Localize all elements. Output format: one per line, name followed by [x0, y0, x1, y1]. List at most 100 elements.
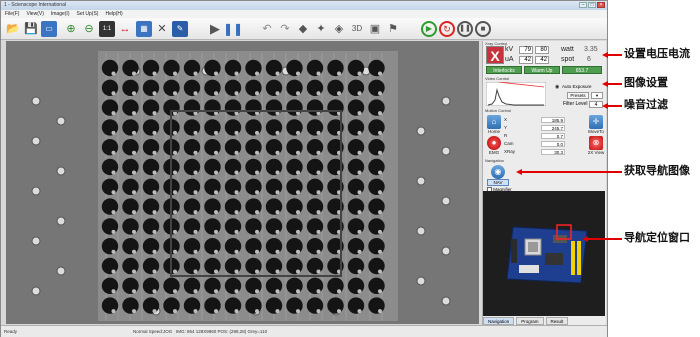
motion-r-label: R: [504, 133, 508, 138]
annotation-arrowhead-1: [602, 52, 608, 58]
reset-icon[interactable]: ↻: [439, 21, 455, 37]
bga-ball-grid: [31, 51, 451, 321]
xray-toggle-icon[interactable]: X: [486, 46, 504, 64]
motion-cam-label: Cam: [504, 141, 514, 146]
motion-xray-value: 30.3: [541, 149, 565, 155]
undo-icon[interactable]: ↶: [259, 21, 275, 37]
motion-x-label: X: [504, 117, 508, 122]
status-info: IMG: 864 128X9960 POS: (298,28) Grey=110: [176, 329, 268, 334]
play-icon[interactable]: ▶: [207, 21, 223, 37]
navigation-window[interactable]: [483, 191, 605, 316]
watt-value: 3.35: [584, 46, 598, 53]
tab-program[interactable]: Program: [516, 317, 544, 325]
ua-set-input[interactable]: 42: [519, 56, 533, 64]
tab-navigation[interactable]: Navigation: [483, 317, 515, 325]
histogram-chart: [486, 82, 546, 106]
bottom-tabs: Navigation Program Result: [483, 317, 605, 325]
motherboard-image: [483, 191, 605, 316]
annotation-arrowhead-5: [582, 236, 588, 242]
kv-set-input[interactable]: 79: [519, 46, 533, 54]
minimize-button[interactable]: –: [579, 2, 587, 8]
run-icon[interactable]: ▶: [421, 21, 437, 37]
motion-y-value: 245.7: [541, 125, 565, 131]
annotation-nav-image: 获取导航图像: [624, 165, 690, 177]
moveto-label: MoveTo: [588, 129, 604, 134]
annotation-arrowhead-3: [602, 103, 608, 109]
nav-button[interactable]: NAV: [487, 179, 509, 186]
menu-image[interactable]: Image(I): [51, 10, 70, 18]
spot-value: 6: [587, 56, 591, 63]
home-label: Home: [487, 129, 500, 134]
home-icon[interactable]: ⌂: [487, 115, 501, 129]
kv-label: kV: [505, 46, 514, 53]
motion-r-value: 0.7: [541, 133, 565, 139]
annotation-arrowhead-4: [516, 169, 522, 175]
ua-label: uA: [505, 56, 514, 63]
zx-view-icon[interactable]: ⊗: [589, 136, 603, 150]
motion-x-value: 185.9: [541, 117, 565, 123]
gallery-icon[interactable]: ▣: [367, 21, 383, 37]
zoom-out-icon[interactable]: ⊖: [81, 21, 97, 37]
annotation-arrow-1: [606, 54, 622, 56]
annotation-arrowhead-2: [602, 81, 608, 87]
motion-y-label: Y: [504, 125, 508, 130]
menu-setup[interactable]: Set Up(S): [77, 10, 99, 18]
redo-icon[interactable]: ↷: [277, 21, 293, 37]
shape-icon[interactable]: ◆: [295, 21, 311, 37]
auto-exposure-checkbox[interactable]: ◉: [555, 84, 559, 90]
zoom-in-icon[interactable]: ⊕: [63, 21, 79, 37]
tools-icon[interactable]: ✕: [154, 21, 170, 37]
kv-actual: 80: [535, 46, 549, 54]
annotation-image-settings: 图像设置: [624, 77, 668, 89]
navigation-panel-title: Navigation: [485, 158, 504, 163]
settings-icon[interactable]: ⚑: [385, 21, 401, 37]
ua-actual: 42: [535, 56, 549, 64]
fit-width-icon[interactable]: ↔: [117, 21, 133, 37]
filter-level-input[interactable]: 4: [589, 101, 603, 108]
presets-button[interactable]: Presets: [567, 92, 589, 99]
emg-icon[interactable]: ●: [487, 136, 501, 150]
annotation-noise-filter: 噪音过滤: [624, 99, 668, 111]
menu-file[interactable]: File(F): [5, 10, 19, 18]
title-bar: 1 - Scienscope International – □ ×: [1, 1, 607, 10]
presets-dropdown[interactable]: ▾: [591, 92, 603, 99]
moveto-icon[interactable]: ✛: [589, 115, 603, 129]
tab-result[interactable]: Result: [545, 317, 569, 325]
save-icon[interactable]: 💾: [23, 21, 39, 37]
motion-cam-value: 0.0: [541, 141, 565, 147]
status-value-button[interactable]: 653.7: [562, 66, 602, 74]
motion-xray-label: XRay: [504, 149, 516, 154]
nav-camera-icon[interactable]: ◉: [491, 165, 505, 179]
scale-1-1-button[interactable]: 1:1: [99, 21, 115, 37]
image-icon[interactable]: ▭: [41, 21, 57, 37]
status-ready: Ready: [4, 329, 18, 334]
interlocks-button[interactable]: Interlocks: [486, 66, 522, 74]
warmup-button[interactable]: Warm Up: [524, 66, 560, 74]
grid-icon[interactable]: ▦: [136, 21, 152, 37]
annotation-arrow-4: [520, 171, 622, 173]
annotation-voltage-current: 设置电压电流: [624, 48, 690, 60]
measure-icon[interactable]: ✎: [172, 21, 188, 37]
brush-icon[interactable]: ✦: [313, 21, 329, 37]
stop-icon[interactable]: ■: [475, 21, 491, 37]
maximize-button[interactable]: □: [588, 2, 596, 8]
spot-label: spot: [561, 56, 575, 63]
close-button[interactable]: ×: [597, 2, 605, 8]
xray-image-viewer[interactable]: [6, 41, 479, 324]
layers-icon[interactable]: ◈: [331, 21, 347, 37]
motion-panel-title: Motion Control: [485, 108, 512, 113]
menu-bar: File(F) View(V) Image(I) Set Up(S) Help(…: [1, 10, 607, 18]
video-panel-title: Video Control: [485, 76, 510, 81]
annotation-arrow-5: [586, 238, 622, 240]
pause-icon[interactable]: ❚❚: [223, 21, 243, 37]
menu-help[interactable]: Help(H): [105, 10, 122, 18]
3d-icon[interactable]: 3D: [349, 21, 365, 37]
hold-icon[interactable]: ❚❚: [457, 21, 473, 37]
emg-label: EMG: [488, 150, 500, 155]
zx-view-label: 2X View: [587, 150, 605, 155]
auto-exposure-label: Auto Exposure: [562, 84, 592, 89]
menu-view[interactable]: View(V): [26, 10, 43, 18]
open-folder-icon[interactable]: 📂: [5, 21, 21, 37]
annotation-arrow-2: [606, 83, 622, 85]
annotation-nav-window: 导航定位窗口: [624, 232, 690, 244]
